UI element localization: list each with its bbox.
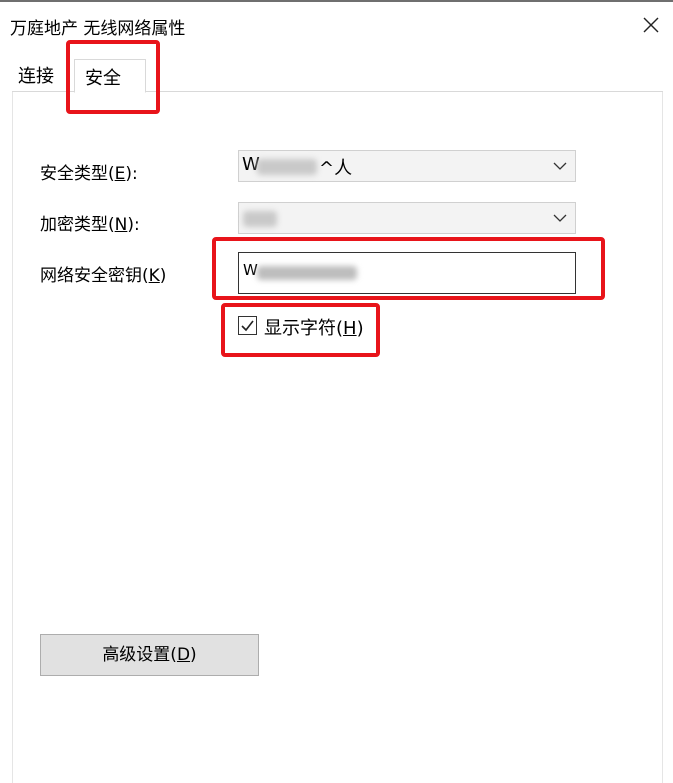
security-type-value-suffix: ^人 [319,158,353,179]
security-type-select[interactable]: W ^人 [238,150,576,182]
annotation-box-security-tab [66,40,160,114]
security-type-label: 安全类型(E): [40,164,138,184]
encryption-type-label: 加密类型(N): [40,215,140,235]
window-title: 万庭地产 无线网络属性 [10,19,186,39]
redacted-blur [257,159,317,175]
redacted-blur [243,211,277,227]
window-top-border [0,0,673,2]
chevron-down-icon [553,214,567,222]
chevron-down-icon [553,162,567,170]
encryption-type-select[interactable] [238,202,576,234]
close-icon[interactable] [636,12,666,40]
network-key-label: 网络安全密钥(K) [40,266,167,286]
security-panel [12,92,663,783]
tab-connect[interactable]: 连接 [12,62,68,90]
annotation-box-show-characters [221,303,380,357]
annotation-box-network-key [212,237,605,300]
advanced-settings-button[interactable]: 高级设置(D) [40,634,259,676]
tab-connect-label: 连接 [18,66,54,87]
